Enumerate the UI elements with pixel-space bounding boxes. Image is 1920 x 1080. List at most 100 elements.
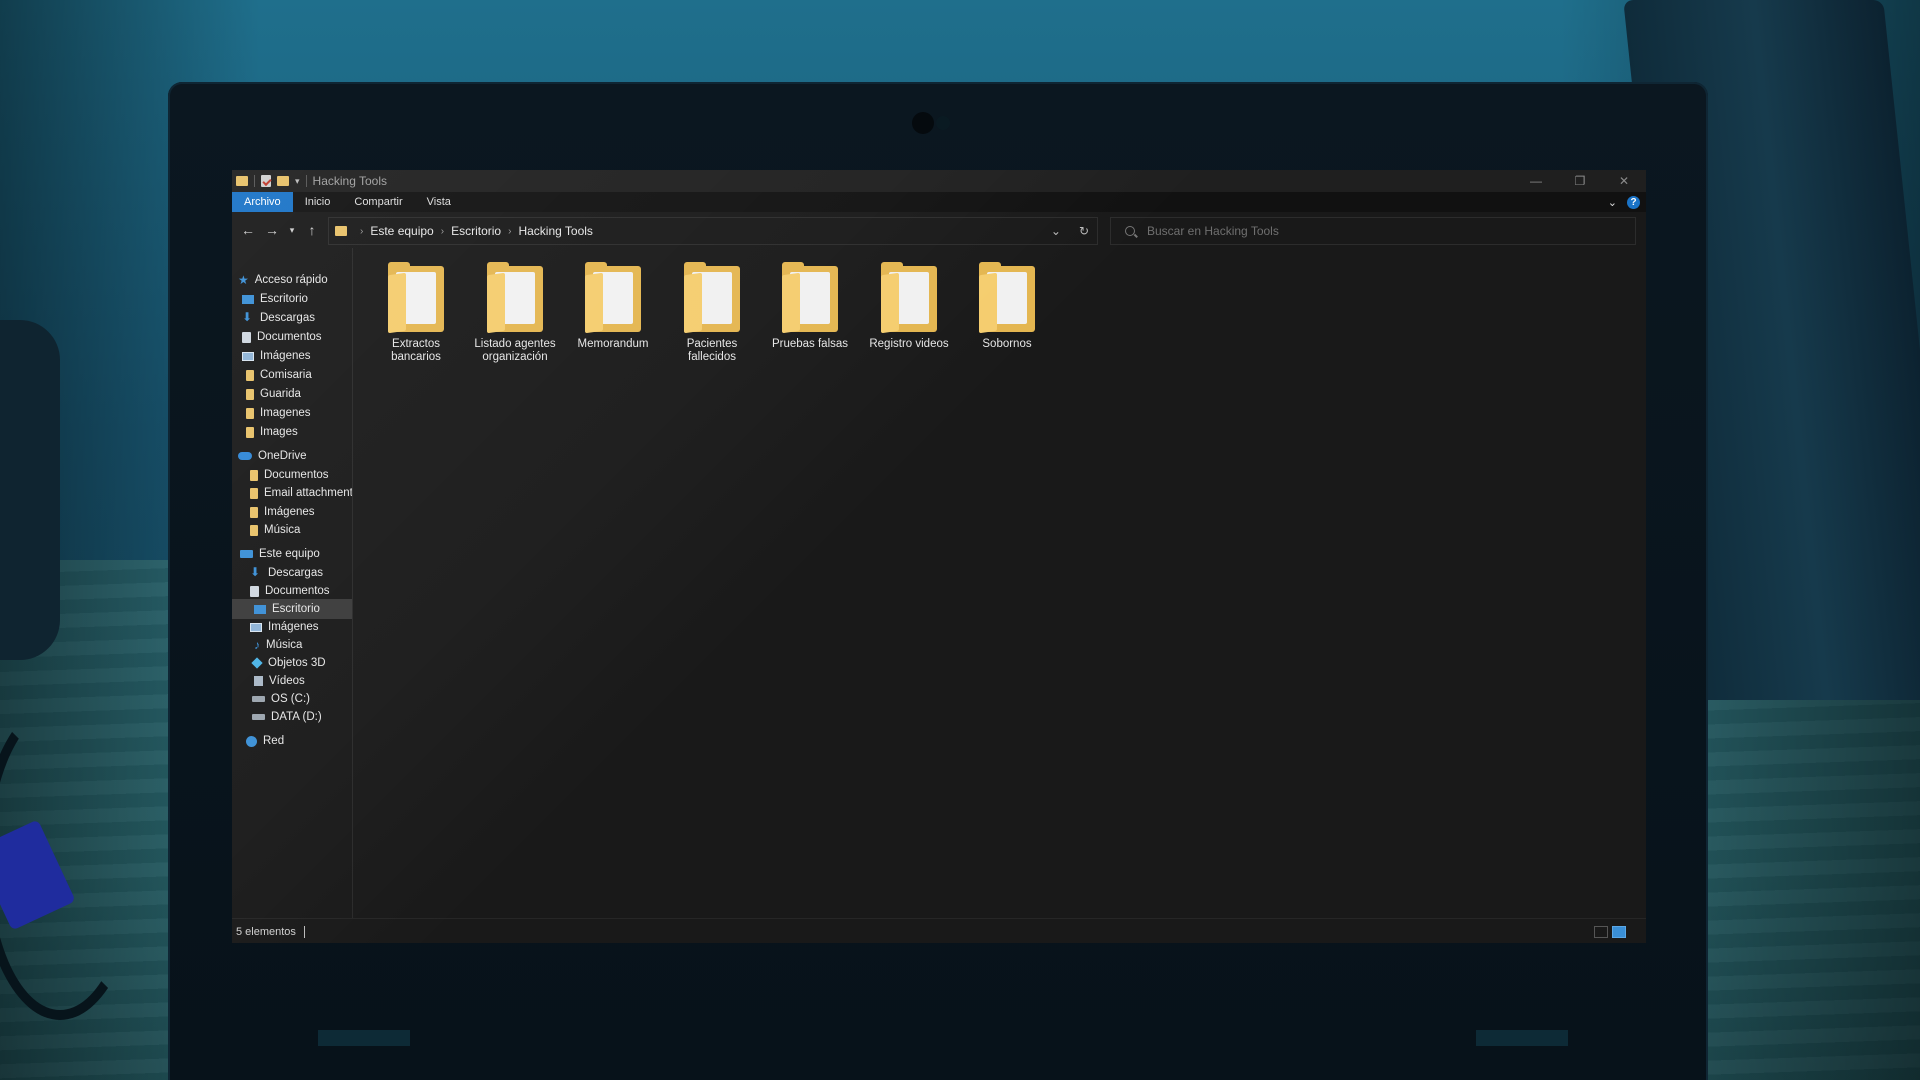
- folder-icon: [250, 524, 258, 536]
- nav-item-imagenes[interactable]: Imágenes: [242, 346, 311, 366]
- tab-vista[interactable]: Vista: [415, 192, 463, 212]
- forward-arrow-icon[interactable]: →: [260, 222, 284, 238]
- recent-locations-icon[interactable]: ▾: [284, 225, 300, 236]
- folder-icon: [979, 262, 1035, 334]
- folder-icon: [335, 226, 347, 236]
- item-count: 5 elementos: [236, 925, 296, 938]
- chevron-right-icon[interactable]: ›: [360, 226, 363, 237]
- nav-item-email-attachments[interactable]: Email attachments: [250, 483, 359, 503]
- customize-toolbar-icon[interactable]: ▾: [295, 176, 300, 187]
- drive-icon: [252, 696, 265, 702]
- nav-item-pc-escritorio[interactable]: Escritorio: [232, 599, 372, 619]
- star-icon: ★: [238, 273, 249, 287]
- expand-ribbon-icon[interactable]: ⌄: [1608, 196, 1617, 209]
- nav-item-pc-documentos[interactable]: Documentos: [250, 581, 330, 601]
- window-title: Hacking Tools: [312, 174, 388, 188]
- computer-icon: [240, 550, 253, 558]
- folder-name: Listado agentes: [474, 338, 556, 350]
- chevron-right-icon[interactable]: ›: [441, 226, 444, 237]
- nav-item-onedrive-musica[interactable]: Música: [250, 520, 300, 540]
- folder-name: Pacientes: [686, 338, 738, 350]
- nav-label: Imagenes: [260, 407, 311, 419]
- nav-item-guarida[interactable]: Guarida: [246, 384, 301, 404]
- music-icon: ♪: [254, 638, 260, 652]
- search-placeholder: Buscar en Hacking Tools: [1147, 224, 1279, 238]
- nav-label: Imágenes: [260, 350, 311, 362]
- close-button[interactable]: ✕: [1602, 170, 1646, 192]
- tab-archivo[interactable]: Archivo: [232, 192, 293, 212]
- nav-item-pc-objetos-3d[interactable]: Objetos 3D: [251, 653, 326, 673]
- folder-tile-sobornos[interactable]: Sobornos: [959, 262, 1055, 351]
- separator: [303, 925, 305, 938]
- folder-tile-extractos-bancarios[interactable]: Extractos bancarios: [368, 262, 464, 364]
- title-bar: ▾ Hacking Tools — ❐ ✕: [232, 170, 1646, 192]
- nav-item-descargas[interactable]: Descargas: [242, 308, 315, 328]
- nav-label: Escritorio: [272, 603, 320, 615]
- nav-quick-access[interactable]: ★ Acceso rápido: [238, 270, 328, 290]
- folder-name: organización: [482, 351, 548, 363]
- quick-access-toolbar: ▾: [232, 175, 307, 187]
- folder-tile-pacientes-fallecidos[interactable]: Pacientes fallecidos: [664, 262, 760, 364]
- search-icon: [1125, 226, 1135, 236]
- hinge: [1476, 1030, 1568, 1046]
- folder-name: Extractos: [392, 338, 440, 350]
- back-arrow-icon[interactable]: ←: [236, 222, 260, 238]
- folder-name: bancarios: [391, 351, 441, 363]
- search-box[interactable]: Buscar en Hacking Tools: [1110, 217, 1636, 245]
- folder-icon: [250, 487, 258, 499]
- nav-item-documentos[interactable]: Documentos: [242, 327, 322, 347]
- nav-item-drive-d[interactable]: DATA (D:): [252, 707, 322, 727]
- up-arrow-icon[interactable]: ↑: [300, 222, 324, 238]
- nav-red[interactable]: Red: [246, 731, 284, 751]
- nav-item-onedrive-imagenes[interactable]: Imágenes: [250, 502, 315, 522]
- nav-este-equipo[interactable]: Este equipo: [240, 544, 320, 564]
- nav-item-drive-c[interactable]: OS (C:): [252, 689, 310, 709]
- folder-tile-listado-agentes[interactable]: Listado agentes organización: [467, 262, 563, 364]
- details-view-icon[interactable]: [1594, 925, 1608, 938]
- folder-tile-pruebas-falsas[interactable]: Pruebas falsas: [762, 262, 858, 351]
- nav-item-escritorio[interactable]: Escritorio: [242, 289, 308, 309]
- nav-item-onedrive-documentos[interactable]: Documentos: [250, 465, 329, 485]
- nav-item-pc-imagenes[interactable]: Imágenes: [250, 617, 319, 637]
- nav-item-pc-musica[interactable]: ♪ Música: [254, 635, 302, 655]
- minimize-button[interactable]: —: [1514, 170, 1558, 192]
- nav-label: Acceso rápido: [254, 274, 328, 286]
- nav-label: Este equipo: [259, 548, 320, 560]
- nav-label: Images: [260, 426, 298, 438]
- nav-label: Música: [266, 639, 303, 651]
- tab-inicio[interactable]: Inicio: [293, 192, 343, 212]
- new-folder-icon[interactable]: [277, 176, 289, 186]
- address-bar[interactable]: › Este equipo › Escritorio › Hacking Too…: [328, 217, 1098, 245]
- folder-content-area: Extractos bancarios Listado agentes orga…: [353, 248, 1646, 918]
- folder-tile-memorandum[interactable]: Memorandum: [565, 262, 661, 351]
- nav-label: Red: [263, 735, 285, 747]
- restore-button[interactable]: ❐: [1558, 170, 1602, 192]
- file-explorer-window: ▾ Hacking Tools — ❐ ✕ Archivo Inicio Com…: [232, 170, 1646, 943]
- chevron-down-icon[interactable]: ⌄: [1051, 224, 1061, 238]
- chevron-right-icon[interactable]: ›: [508, 226, 511, 237]
- nav-item-pc-videos[interactable]: Vídeos: [254, 671, 305, 691]
- video-icon: [254, 676, 263, 686]
- tab-compartir[interactable]: Compartir: [342, 192, 414, 212]
- large-icons-view-icon[interactable]: [1612, 925, 1626, 938]
- refresh-icon[interactable]: ↻: [1079, 224, 1089, 238]
- separator: [305, 175, 307, 187]
- breadcrumb-escritorio[interactable]: Escritorio: [451, 224, 501, 238]
- properties-icon[interactable]: [261, 175, 271, 187]
- folder-tile-registro-videos[interactable]: Registro videos: [861, 262, 957, 351]
- nav-item-images[interactable]: Images: [246, 422, 298, 442]
- ribbon-tabs: Archivo Inicio Compartir Vista ⌄ ?: [232, 192, 1646, 212]
- nav-label: OS (C:): [271, 693, 310, 705]
- nav-onedrive[interactable]: OneDrive: [238, 446, 307, 466]
- breadcrumb-hacking-tools[interactable]: Hacking Tools: [518, 224, 592, 238]
- help-icon[interactable]: ?: [1627, 195, 1640, 209]
- folder-name: fallecidos: [688, 351, 736, 363]
- nav-item-pc-descargas[interactable]: Descargas: [250, 563, 323, 583]
- nav-item-comisaria[interactable]: Comisaria: [246, 365, 312, 385]
- folder-icon: [246, 407, 254, 419]
- breadcrumb-este-equipo[interactable]: Este equipo: [370, 224, 433, 238]
- nav-label: Guarida: [260, 388, 301, 400]
- folder-name: Pruebas falsas: [771, 338, 849, 350]
- nav-item-imagenes-folder[interactable]: Imagenes: [246, 403, 311, 423]
- nav-label: Descargas: [268, 567, 323, 579]
